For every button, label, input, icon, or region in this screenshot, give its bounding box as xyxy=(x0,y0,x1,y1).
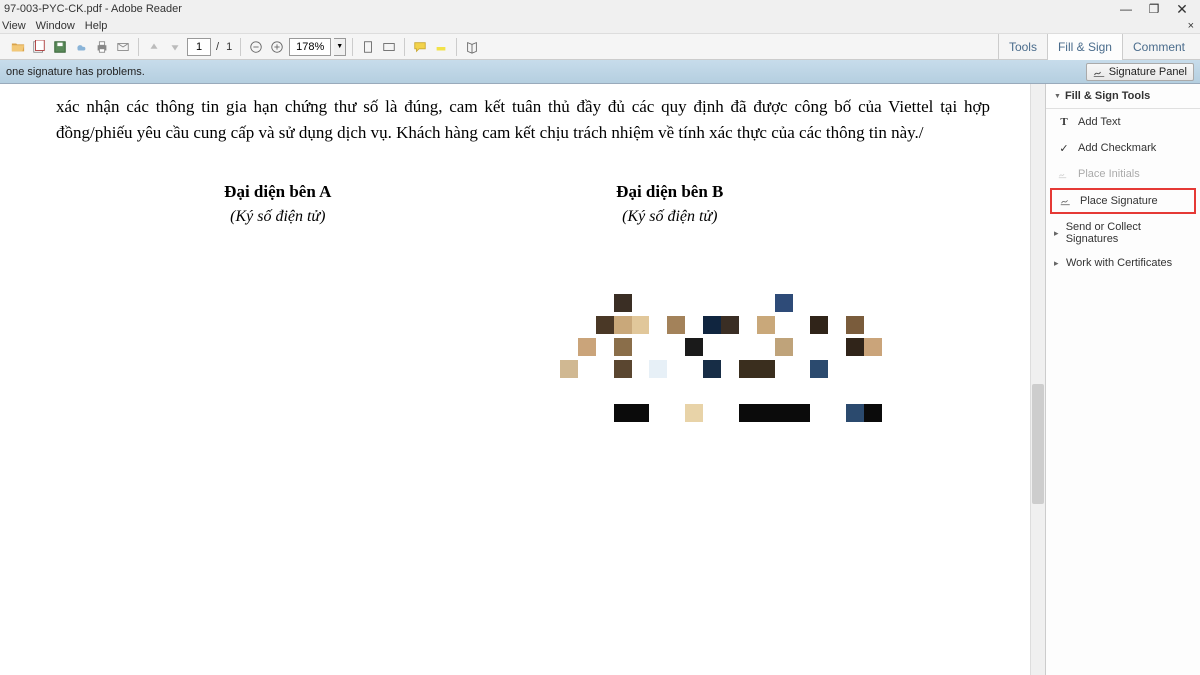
send-collect-section[interactable]: Send or Collect Signatures xyxy=(1046,215,1200,251)
page-down-icon[interactable] xyxy=(166,38,184,56)
save-copy-icon[interactable] xyxy=(30,38,48,56)
page-total: 1 xyxy=(224,41,234,53)
open-icon[interactable] xyxy=(9,38,27,56)
maximize-button[interactable]: ❐ xyxy=(1140,2,1168,16)
window-title: 97-003-PYC-CK.pdf - Adobe Reader xyxy=(4,3,182,15)
highlight-icon[interactable] xyxy=(432,38,450,56)
fill-sign-panel: Fill & Sign Tools T Add Text ✓ Add Check… xyxy=(1045,84,1200,675)
toolbar: / 1 178%▼ Tools Fill & Sign Comment xyxy=(0,34,1200,60)
rep-a-title: Đại diện bên A xyxy=(126,179,430,205)
redacted-signature-area xyxy=(560,294,900,426)
work-certs-label: Work with Certificates xyxy=(1066,257,1172,269)
signature-panel-button[interactable]: Signature Panel xyxy=(1086,63,1194,81)
right-tabs: Tools Fill & Sign Comment xyxy=(998,34,1195,60)
tab-tools[interactable]: Tools xyxy=(998,34,1047,60)
add-text-item[interactable]: T Add Text xyxy=(1046,109,1200,135)
send-collect-label: Send or Collect Signatures xyxy=(1066,221,1192,245)
place-initials-label: Place Initials xyxy=(1078,168,1140,180)
zoom-in-icon[interactable] xyxy=(268,38,286,56)
place-initials-item: Place Initials xyxy=(1046,161,1200,187)
document-page: xác nhận các thông tin gia hạn chứng thư… xyxy=(0,84,1030,239)
fit-width-icon[interactable] xyxy=(380,38,398,56)
rep-b-sub: (Ký số điện tử) xyxy=(430,205,910,229)
add-checkmark-label: Add Checkmark xyxy=(1078,142,1156,154)
place-signature-label: Place Signature xyxy=(1080,195,1158,207)
page-sep: / xyxy=(214,41,221,53)
rep-b-title: Đại diện bên B xyxy=(430,179,910,205)
minimize-button[interactable]: — xyxy=(1112,2,1140,16)
print-icon[interactable] xyxy=(93,38,111,56)
vertical-scrollbar[interactable] xyxy=(1030,84,1045,675)
read-mode-icon[interactable] xyxy=(463,38,481,56)
scrollbar-thumb[interactable] xyxy=(1032,384,1044,504)
menu-help[interactable]: Help xyxy=(85,20,108,32)
menu-bar: View Window Help × xyxy=(0,18,1200,34)
signature-icon xyxy=(1093,66,1105,78)
title-bar: 97-003-PYC-CK.pdf - Adobe Reader — ❐ ✕ xyxy=(0,0,1200,18)
signature-panel-label: Signature Panel xyxy=(1109,66,1187,78)
cloud-icon[interactable] xyxy=(72,38,90,56)
initials-icon xyxy=(1058,168,1070,180)
panel-close-x[interactable]: × xyxy=(1188,20,1198,32)
add-text-label: Add Text xyxy=(1078,116,1121,128)
comment-bubble-icon[interactable] xyxy=(411,38,429,56)
email-icon[interactable] xyxy=(114,38,132,56)
close-button[interactable]: ✕ xyxy=(1168,1,1196,18)
tab-fill-sign[interactable]: Fill & Sign xyxy=(1047,34,1122,60)
rep-a-sub: (Ký số điện tử) xyxy=(126,205,430,229)
signature-item-icon xyxy=(1060,195,1072,207)
save-icon[interactable] xyxy=(51,38,69,56)
checkmark-icon: ✓ xyxy=(1058,142,1070,154)
fill-sign-tools-header[interactable]: Fill & Sign Tools xyxy=(1046,84,1200,109)
work-certificates-section[interactable]: Work with Certificates xyxy=(1046,251,1200,275)
zoom-dropdown[interactable]: ▼ xyxy=(334,38,346,56)
add-checkmark-item[interactable]: ✓ Add Checkmark xyxy=(1046,135,1200,161)
document-paragraph: xác nhận các thông tin gia hạn chứng thư… xyxy=(56,94,990,145)
page-number-input[interactable] xyxy=(187,38,211,56)
zoom-out-icon[interactable] xyxy=(247,38,265,56)
zoom-value[interactable]: 178% xyxy=(289,38,331,56)
fit-page-icon[interactable] xyxy=(359,38,377,56)
menu-view[interactable]: View xyxy=(2,20,26,32)
page-up-icon[interactable] xyxy=(145,38,163,56)
document-viewport[interactable]: xác nhận các thông tin gia hạn chứng thư… xyxy=(0,84,1030,675)
signature-warning-text: one signature has problems. xyxy=(6,66,145,78)
text-icon: T xyxy=(1058,116,1070,128)
tab-comment[interactable]: Comment xyxy=(1122,34,1195,60)
place-signature-item[interactable]: Place Signature xyxy=(1050,188,1196,214)
menu-window[interactable]: Window xyxy=(36,20,75,32)
message-bar: one signature has problems. Signature Pa… xyxy=(0,60,1200,84)
